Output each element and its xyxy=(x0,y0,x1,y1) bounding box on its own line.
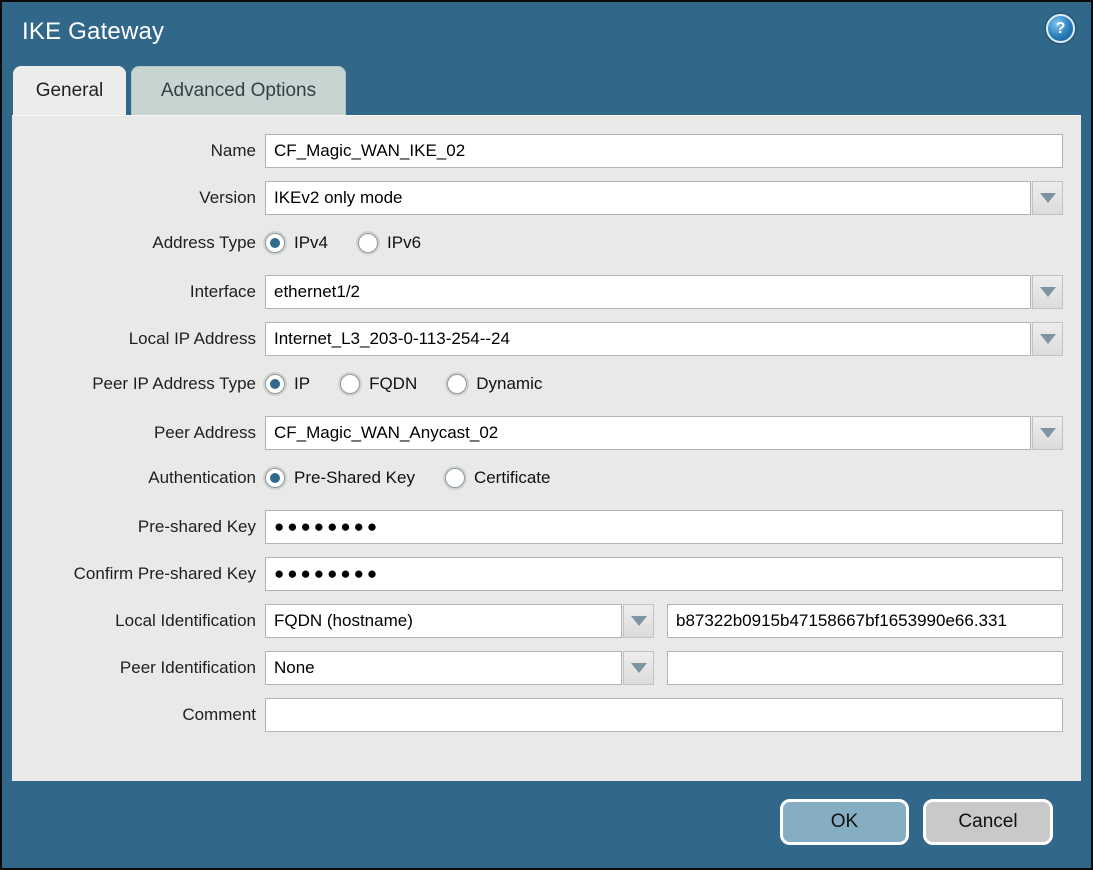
row-address-type: Address Type IPv4 IPv6 xyxy=(12,228,1081,258)
row-peer-ip-address-type: Peer IP Address Type IP FQDN Dynamic xyxy=(12,369,1081,399)
row-interface: Interface xyxy=(12,275,1081,309)
confirm-pre-shared-key-label: Confirm Pre-shared Key xyxy=(12,564,265,584)
authentication-label: Authentication xyxy=(12,468,265,488)
ike-gateway-dialog: IKE Gateway ? General Advanced Options N… xyxy=(0,0,1093,870)
tab-bar: General Advanced Options xyxy=(2,66,1091,115)
local-identification-dropdown-button[interactable] xyxy=(623,604,654,638)
version-dropdown-button[interactable] xyxy=(1032,181,1063,215)
peer-identification-value-input[interactable] xyxy=(667,651,1063,685)
row-name: Name xyxy=(12,134,1081,168)
radio-pre-shared-key-circle[interactable] xyxy=(265,468,285,488)
radio-ipv6[interactable]: IPv6 xyxy=(358,233,421,253)
comment-input[interactable] xyxy=(265,698,1063,732)
radio-certificate[interactable]: Certificate xyxy=(445,468,551,488)
radio-peer-ip[interactable]: IP xyxy=(265,374,310,394)
name-label: Name xyxy=(12,141,265,161)
radio-ipv6-label: IPv6 xyxy=(387,233,421,253)
pre-shared-key-label: Pre-shared Key xyxy=(12,517,265,537)
radio-ipv4[interactable]: IPv4 xyxy=(265,233,328,253)
help-glyph: ? xyxy=(1056,20,1066,38)
chevron-down-icon xyxy=(1040,287,1056,297)
tab-general[interactable]: General xyxy=(13,66,126,115)
radio-pre-shared-key-label: Pre-Shared Key xyxy=(294,468,415,488)
radio-peer-ip-circle[interactable] xyxy=(265,374,285,394)
radio-certificate-label: Certificate xyxy=(474,468,551,488)
local-identification-value-input[interactable] xyxy=(667,604,1063,638)
confirm-pre-shared-key-input[interactable] xyxy=(265,557,1063,591)
radio-peer-dynamic-circle[interactable] xyxy=(447,374,467,394)
chevron-down-icon xyxy=(1040,334,1056,344)
chevron-down-icon xyxy=(631,616,647,626)
peer-address-dropdown-button[interactable] xyxy=(1032,416,1063,450)
interface-input[interactable] xyxy=(265,275,1031,309)
row-peer-address: Peer Address xyxy=(12,416,1081,450)
peer-identification-type-input[interactable] xyxy=(265,651,622,685)
peer-identification-label: Peer Identification xyxy=(12,658,265,678)
local-ip-address-input[interactable] xyxy=(265,322,1031,356)
interface-dropdown-button[interactable] xyxy=(1032,275,1063,309)
local-ip-address-dropdown-button[interactable] xyxy=(1032,322,1063,356)
ok-button[interactable]: OK xyxy=(780,799,909,845)
radio-pre-shared-key[interactable]: Pre-Shared Key xyxy=(265,468,415,488)
radio-ipv4-label: IPv4 xyxy=(294,233,328,253)
row-peer-identification: Peer Identification xyxy=(12,651,1081,685)
tab-general-label: General xyxy=(36,80,104,102)
row-authentication: Authentication Pre-Shared Key Certificat… xyxy=(12,463,1081,493)
radio-peer-fqdn[interactable]: FQDN xyxy=(340,374,417,394)
tab-advanced-options[interactable]: Advanced Options xyxy=(131,66,346,115)
radio-peer-fqdn-circle[interactable] xyxy=(340,374,360,394)
peer-ip-address-type-label: Peer IP Address Type xyxy=(12,374,265,394)
local-identification-label: Local Identification xyxy=(12,611,265,631)
general-tab-panel: Name Version Address Type IPv4 xyxy=(12,115,1081,781)
version-label: Version xyxy=(12,188,265,208)
chevron-down-icon xyxy=(1040,428,1056,438)
help-icon[interactable]: ? xyxy=(1046,14,1075,43)
chevron-down-icon xyxy=(1040,193,1056,203)
row-local-ip-address: Local IP Address xyxy=(12,322,1081,356)
address-type-label: Address Type xyxy=(12,233,265,253)
comment-label: Comment xyxy=(12,705,265,725)
local-ip-address-label: Local IP Address xyxy=(12,329,265,349)
tab-advanced-options-label: Advanced Options xyxy=(161,80,316,102)
radio-peer-ip-label: IP xyxy=(294,374,310,394)
local-identification-type-input[interactable] xyxy=(265,604,622,638)
interface-label: Interface xyxy=(12,282,265,302)
radio-peer-dynamic-label: Dynamic xyxy=(476,374,542,394)
radio-peer-fqdn-label: FQDN xyxy=(369,374,417,394)
peer-address-input[interactable] xyxy=(265,416,1031,450)
peer-address-label: Peer Address xyxy=(12,423,265,443)
dialog-titlebar: IKE Gateway ? xyxy=(2,2,1091,66)
dialog-footer: OK Cancel xyxy=(2,781,1091,868)
row-local-identification: Local Identification xyxy=(12,604,1081,638)
radio-certificate-circle[interactable] xyxy=(445,468,465,488)
radio-peer-dynamic[interactable]: Dynamic xyxy=(447,374,542,394)
chevron-down-icon xyxy=(631,663,647,673)
peer-identification-dropdown-button[interactable] xyxy=(623,651,654,685)
pre-shared-key-input[interactable] xyxy=(265,510,1063,544)
radio-ipv4-circle[interactable] xyxy=(265,233,285,253)
cancel-button[interactable]: Cancel xyxy=(923,799,1053,845)
row-pre-shared-key: Pre-shared Key xyxy=(12,510,1081,544)
row-version: Version xyxy=(12,181,1081,215)
dialog-title: IKE Gateway xyxy=(22,18,164,45)
radio-ipv6-circle[interactable] xyxy=(358,233,378,253)
row-comment: Comment xyxy=(12,698,1081,732)
row-confirm-pre-shared-key: Confirm Pre-shared Key xyxy=(12,557,1081,591)
name-input[interactable] xyxy=(265,134,1063,168)
version-input[interactable] xyxy=(265,181,1031,215)
